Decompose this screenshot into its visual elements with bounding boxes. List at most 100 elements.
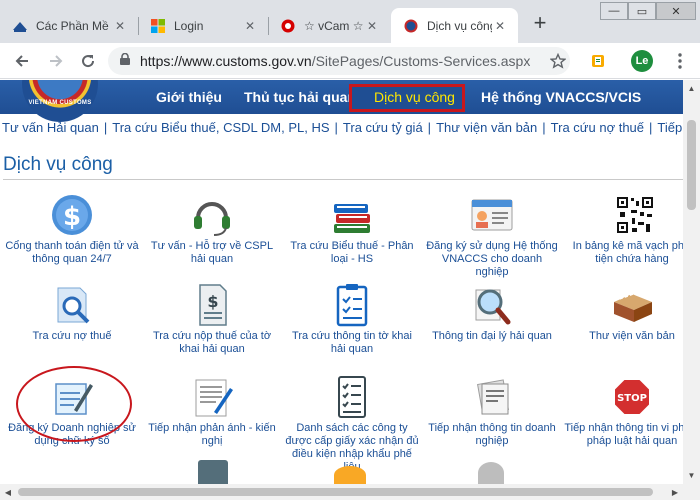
service-label: Tra cứu nợ thuế [32,330,112,342]
sublink-tu-van[interactable]: Tư vấn Hải quan [2,120,99,135]
tab-strip: Các Phần Mề ✕ Login ✕ ☆ vCam ☆ C ✕ Dịch … [0,0,700,43]
highlight-circle [16,366,132,442]
service-phan-anh-kien-nghi[interactable]: Tiếp nhận phản ánh - kiến nghị [142,374,282,448]
service-label: Tiếp nhận thông tin vi phạm pháp luật hả… [564,422,683,447]
new-tab-button[interactable]: + [528,12,552,36]
tab-title: Login [174,18,204,33]
books-icon [328,192,376,238]
sublink-no-thue[interactable]: Tra cứu nợ thuế [551,120,644,135]
sublink-tiep-nhan[interactable]: Tiếp nhận t [657,120,683,135]
extension-icon[interactable] [586,49,610,73]
horizontal-scrollbar[interactable]: ◀ ▶ [0,484,700,500]
browser-window: Các Phần Mề ✕ Login ✕ ☆ vCam ☆ C ✕ Dịch … [0,0,700,500]
separator: | [103,120,108,135]
service-label: Tra cứu thông tin tờ khai hải quan [292,330,412,355]
sublink-thu-vien[interactable]: Thư viện văn bản [436,120,537,135]
address-bar[interactable]: https://www.customs.gov.vn/SitePages/Cus… [108,47,570,75]
service-tra-cuu-nop-thue[interactable]: $ Tra cứu nộp thuế của tờ khai hải quan [142,282,282,356]
headset-icon [188,192,236,238]
id-card-icon [468,192,516,238]
service-dai-ly-hai-quan[interactable]: Thông tin đại lý hải quan [422,282,562,343]
service-label: Thư viện văn bản [589,330,675,342]
maximize-button[interactable]: ▭ [628,2,656,20]
scroll-up-icon[interactable]: ▲ [683,80,700,97]
vertical-scrollbar[interactable]: ▲ ▼ [683,80,700,484]
customs-favicon [403,18,419,34]
tax-document-icon: $ [188,282,236,328]
scroll-right-icon[interactable]: ▶ [667,484,683,500]
customs-logo[interactable]: VIETNAM CUSTOMS [22,80,98,122]
service-thong-tin-doanh-nghiep[interactable]: Tiếp nhận thông tin doanh nghiệp [422,374,562,448]
bookmark-star-icon[interactable] [546,49,570,73]
partial-icon [478,462,504,484]
service-vi-pham-phap-luat[interactable]: STOP Tiếp nhận thông tin vi phạm pháp lu… [562,374,683,448]
clipboard-icon [328,282,376,328]
card-drawer-icon [608,282,656,328]
separator: | [334,120,338,135]
dollar-icon: $ [48,192,96,238]
browser-toolbar: https://www.customs.gov.vn/SitePages/Cus… [0,43,700,79]
nav-gioi-thieu[interactable]: Giới thiệu [156,80,222,114]
profile-avatar[interactable]: Le [630,49,654,73]
scroll-thumb[interactable] [18,488,653,496]
avatar: Le [631,50,653,72]
tab-title: Dịch vụ công [427,18,492,33]
service-thu-vien-van-ban[interactable]: Thư viện văn bản [562,282,683,343]
service-payment-247[interactable]: $ Cổng thanh toán điện tử và thông quan … [2,192,142,266]
nav-he-thong-vnaccs[interactable]: Hệ thống VNACCS/VCIS [481,80,641,114]
red-circle-favicon [280,18,296,34]
tab-dich-vu-cong[interactable]: Dịch vụ công ✕ [391,8,518,43]
tab-vcam[interactable]: ☆ vCam ☆ C ✕ [268,8,390,43]
service-label: Đăng ký sử dụng Hệ thống VNACCS cho doan… [426,240,558,278]
close-window-button[interactable]: ✕ [656,2,696,20]
close-tab-icon[interactable]: ✕ [492,19,508,33]
url-path: /SitePages/Customs-Services.aspx [311,53,531,69]
feedback-pen-icon [188,374,236,420]
service-tra-cuu-to-khai[interactable]: Tra cứu thông tin tờ khai hải quan [282,282,422,356]
page-viewport: VIETNAM CUSTOMS Giới thiệu Thủ tục hải q… [0,80,683,484]
lock-icon [120,52,130,70]
service-danh-sach-phe-lieu[interactable]: Danh sách các công ty được cấp giấy xác … [282,374,422,474]
tab-title: ☆ vCam ☆ C [304,18,364,33]
close-tab-icon[interactable]: ✕ [364,19,380,33]
service-label: Tra cứu nộp thuế của tờ khai hải quan [152,330,272,355]
logo-text: VIETNAM CUSTOMS [28,100,92,106]
tab-login[interactable]: Login ✕ [138,8,268,43]
minimize-button[interactable]: — [600,2,628,20]
nav-thu-tuc-hai-quan[interactable]: Thủ tục hải quan [244,80,356,114]
forward-arrow-icon[interactable] [44,49,68,73]
sublink-tra-cuu-bieu-thue[interactable]: Tra cứu Biểu thuế, CSDL DM, PL, HS [112,120,329,135]
service-in-bang-ke[interactable]: In bảng kê mã vạch phư tiện chứa hàng [562,192,683,266]
windows-favicon [150,18,166,34]
separator: | [542,120,546,135]
service-tu-van[interactable]: Tư vấn - Hỗ trợ về CSPL hải quan [142,192,282,266]
magnifier-icon [468,282,516,328]
service-dang-ky-vnaccs[interactable]: Đăng ký sử dụng Hệ thống VNACCS cho doan… [422,192,562,279]
checklist-icon [328,374,376,420]
nav-dich-vu-cong[interactable]: Dịch vụ công [374,80,455,114]
tab-cac-phan-mem[interactable]: Các Phần Mề ✕ [0,8,138,43]
site-favicon [12,18,28,34]
qr-code-icon [608,192,656,238]
url-host: https://www.customs.gov.vn [140,53,312,69]
svg-text:STOP: STOP [617,393,647,404]
sublink-tra-cuu-ty-gia[interactable]: Tra cứu tỷ giá [343,120,423,135]
close-tab-icon[interactable]: ✕ [112,19,128,33]
close-tab-icon[interactable]: ✕ [242,19,258,33]
service-bieu-thue[interactable]: Tra cứu Biểu thuế - Phân loại - HS [282,192,422,266]
back-arrow-icon[interactable] [10,49,34,73]
service-label: Tư vấn - Hỗ trợ về CSPL hải quan [150,240,274,265]
divider [3,179,683,180]
menu-dots-icon[interactable] [668,49,692,73]
sub-navigation: Tư vấn Hải quan | Tra cứu Biểu thuế, CSDL … [2,120,683,135]
stop-sign-icon: STOP [608,374,656,420]
separator: | [649,120,653,135]
service-tra-cuu-no-thue[interactable]: Tra cứu nợ thuế [2,282,142,343]
scroll-thumb[interactable] [687,120,696,210]
page-title: Dịch vụ công [3,154,113,175]
scroll-left-icon[interactable]: ◀ [0,484,16,500]
tab-title: Các Phần Mề [36,18,109,33]
search-document-icon [48,282,96,328]
reload-icon[interactable] [76,49,100,73]
scroll-down-icon[interactable]: ▼ [683,467,700,484]
